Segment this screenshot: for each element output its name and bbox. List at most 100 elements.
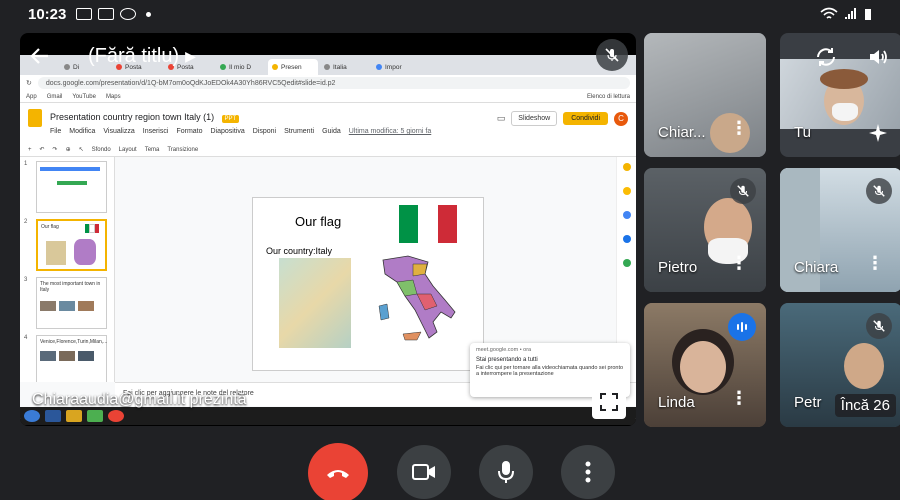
audio-level-icon bbox=[737, 322, 747, 332]
maps-icon[interactable] bbox=[623, 259, 631, 267]
slide-thumbnail[interactable] bbox=[36, 161, 107, 213]
camera-button[interactable] bbox=[397, 445, 451, 499]
comments-icon[interactable]: ▭ bbox=[497, 113, 506, 124]
participant-tile[interactable]: Petr Încă 26 bbox=[780, 303, 900, 427]
presentation-tile[interactable]: (Fără titlu) ▶ Di Posta Posta Il mio D P… bbox=[20, 33, 636, 426]
participant-tile-speaking[interactable]: Linda ⋮ bbox=[644, 303, 766, 427]
status-bar: 10:23 bbox=[0, 0, 900, 28]
bookmark-item[interactable]: YouTube bbox=[72, 94, 96, 100]
thumb-number: 4 bbox=[24, 335, 28, 341]
redo-icon[interactable]: ↷ bbox=[53, 146, 58, 153]
slide-thumbnail[interactable]: The most important town in Italy bbox=[36, 277, 107, 329]
slideshow-button[interactable]: Slideshow bbox=[511, 111, 558, 126]
presenter-label: Chiaraaudia@gmail.it prezintă bbox=[32, 391, 247, 408]
sparkle-effects-icon[interactable] bbox=[868, 123, 888, 143]
speaker-icon[interactable] bbox=[866, 45, 890, 69]
participant-tile[interactable]: Chiar... ⋮ bbox=[644, 33, 766, 157]
calendar-icon[interactable] bbox=[623, 211, 631, 219]
thumb-map bbox=[74, 239, 96, 265]
menu-item[interactable]: Guida bbox=[322, 128, 341, 135]
slides-menu: File Modifica Visualizza Inserisci Forma… bbox=[50, 128, 431, 135]
slides-logo-icon[interactable] bbox=[28, 109, 42, 127]
weather-icon bbox=[120, 8, 137, 20]
end-call-button[interactable] bbox=[308, 443, 368, 500]
participant-name: Linda bbox=[658, 394, 695, 411]
more-options-button[interactable] bbox=[561, 445, 615, 499]
menu-item[interactable]: Strumenti bbox=[284, 128, 314, 135]
share-button[interactable]: Condividi bbox=[563, 112, 608, 125]
slide-subtitle[interactable]: Our country:Italy bbox=[266, 246, 332, 256]
avatar[interactable]: C bbox=[614, 111, 628, 126]
menu-item[interactable]: Visualizza bbox=[103, 128, 134, 135]
menu-item[interactable]: Disponi bbox=[253, 128, 276, 135]
back-button[interactable] bbox=[20, 33, 60, 79]
toolbar-layout[interactable]: Layout bbox=[119, 147, 137, 153]
call-controls bbox=[0, 443, 900, 500]
bookmark-item[interactable]: Maps bbox=[106, 94, 121, 100]
undo-icon[interactable]: ↶ bbox=[40, 146, 45, 153]
toolbar-transition[interactable]: Transizione bbox=[167, 147, 198, 153]
document-title[interactable]: Presentation country region town Italy (… bbox=[50, 112, 214, 122]
italy-regions-map-image[interactable] bbox=[373, 252, 463, 344]
zoom-icon[interactable]: ⊕ bbox=[66, 146, 71, 153]
windows-taskbar bbox=[20, 407, 636, 425]
select-icon[interactable]: ↖ bbox=[79, 146, 84, 153]
more-vert-icon[interactable]: ⋮ bbox=[730, 253, 748, 274]
add-icon[interactable]: + bbox=[28, 147, 32, 153]
thumb-flag bbox=[85, 224, 99, 233]
bookmark-item[interactable]: App bbox=[26, 94, 37, 100]
keep-icon[interactable] bbox=[623, 163, 631, 171]
tasks-icon[interactable] bbox=[623, 187, 631, 195]
thumb-number: 3 bbox=[24, 277, 28, 283]
meeting-title[interactable]: (Fără titlu) bbox=[88, 45, 179, 68]
more-vert-icon[interactable]: ⋮ bbox=[866, 253, 884, 274]
chrome-icon[interactable] bbox=[108, 410, 124, 422]
taskbar-app-icon[interactable] bbox=[87, 410, 103, 422]
participant-face bbox=[680, 341, 726, 393]
meeting-header: (Fără titlu) ▶ bbox=[20, 33, 636, 79]
reload-icon[interactable]: ↻ bbox=[26, 79, 32, 87]
menu-item[interactable]: Modifica bbox=[69, 128, 95, 135]
fullscreen-button[interactable] bbox=[592, 385, 626, 419]
thumb-number: 1 bbox=[24, 161, 28, 167]
more-vert-icon[interactable]: ⋮ bbox=[730, 388, 748, 409]
participant-tile[interactable]: Pietro ⋮ bbox=[644, 168, 766, 292]
start-icon[interactable] bbox=[24, 410, 40, 422]
bookmark-item[interactable]: Gmail bbox=[47, 94, 63, 100]
more-participants-button[interactable]: Încă 26 bbox=[834, 394, 896, 417]
ppt-badge: PPT bbox=[221, 115, 240, 123]
participant-tile[interactable]: Chiara ⋮ bbox=[780, 168, 900, 292]
last-edit-link[interactable]: Ultima modifica: 5 giorni fa bbox=[349, 128, 431, 135]
switch-camera-icon[interactable] bbox=[814, 45, 838, 69]
italy-map-image[interactable] bbox=[279, 258, 351, 348]
chevron-right-icon[interactable]: ▶ bbox=[185, 48, 196, 65]
italy-flag-image[interactable] bbox=[399, 205, 457, 243]
current-slide[interactable]: Our flag Our country:Italy bbox=[252, 197, 484, 371]
gallery-icon bbox=[98, 8, 115, 20]
slide-thumbnail[interactable]: Venice,Florence,Turin,Milan,... bbox=[36, 335, 107, 382]
participant-name: Chiar... bbox=[658, 124, 706, 141]
participant-name: Chiara bbox=[794, 259, 839, 276]
thumb-graphic bbox=[56, 181, 87, 185]
more-vert-icon bbox=[585, 461, 591, 483]
speaking-indicator bbox=[728, 313, 756, 341]
slide-title[interactable]: Our flag bbox=[295, 214, 341, 229]
participant-name: Tu bbox=[794, 124, 811, 141]
contacts-icon[interactable] bbox=[623, 235, 631, 243]
more-vert-icon[interactable]: ⋮ bbox=[730, 118, 748, 139]
toolbar-theme[interactable]: Tema bbox=[145, 147, 160, 153]
menu-item[interactable]: Diapositiva bbox=[211, 128, 245, 135]
self-tile[interactable]: Tu bbox=[780, 33, 900, 157]
toolbar-background[interactable]: Sfondo bbox=[92, 147, 111, 153]
reading-list[interactable]: Elenco di lettura bbox=[587, 94, 630, 100]
menu-item[interactable]: Formato bbox=[176, 128, 202, 135]
microphone-button[interactable] bbox=[479, 445, 533, 499]
taskbar-app-icon[interactable] bbox=[45, 410, 61, 422]
slide-thumbnail-selected[interactable]: Our flag bbox=[36, 219, 107, 271]
more-notifications-icon bbox=[146, 11, 152, 17]
menu-item[interactable]: File bbox=[50, 128, 61, 135]
fullscreen-icon bbox=[600, 393, 618, 411]
menu-item[interactable]: Inserisci bbox=[143, 128, 169, 135]
mute-indicator bbox=[730, 178, 756, 204]
taskbar-app-icon[interactable] bbox=[66, 410, 82, 422]
